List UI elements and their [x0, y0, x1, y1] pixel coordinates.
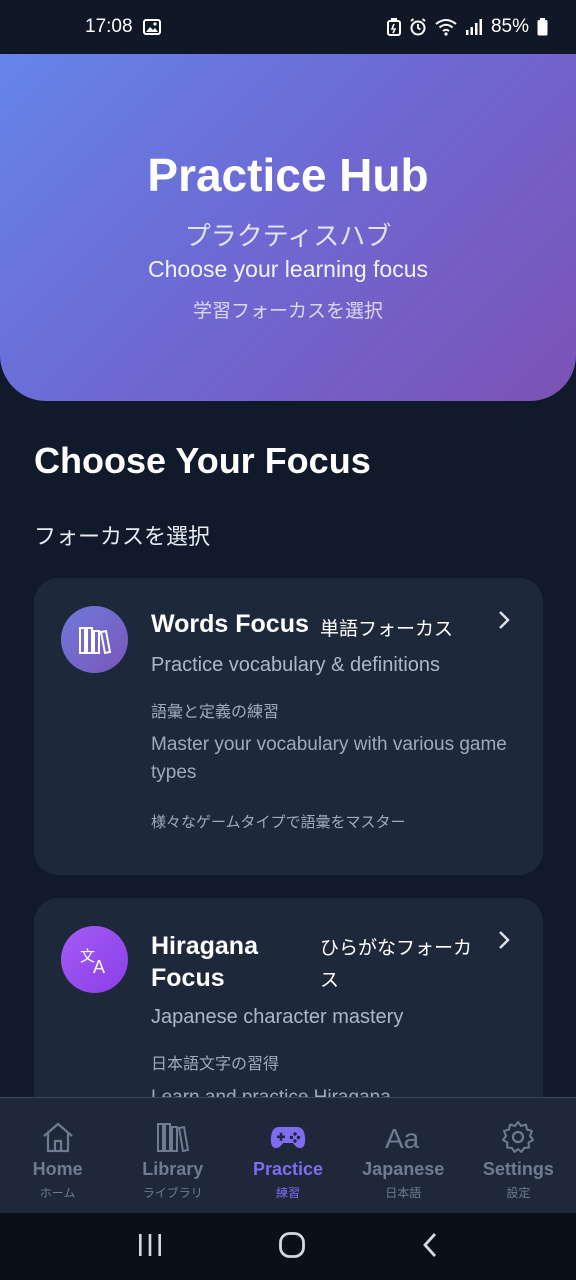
section-title: Choose Your Focus	[34, 440, 371, 481]
nav-label: Settings	[482, 1159, 554, 1179]
chevron-right-icon	[497, 930, 511, 954]
nav-label-ja: 練習	[276, 1186, 301, 1200]
battery-saver-icon	[386, 18, 401, 36]
recents-icon[interactable]	[137, 1233, 163, 1261]
card-description-ja: 語彙と定義の練習	[151, 702, 280, 721]
gallery-icon	[142, 19, 161, 35]
svg-text:Aa: Aa	[385, 1123, 420, 1152]
card-title-ja: ひらがなフォーカス	[320, 937, 473, 991]
words-focus-card[interactable]: Words Focus 単語フォーカス Practice vocabulary …	[34, 578, 543, 875]
nav-item-practice[interactable]: Practice 練習	[230, 1098, 345, 1213]
page-title: Practice Hub	[147, 149, 429, 201]
bottom-nav: Home ホーム Library ライブラリ Practice 練習 Aa Ja…	[0, 1097, 576, 1213]
svg-text:A: A	[93, 957, 105, 975]
card-long-description: Master your vocabulary with various game…	[151, 734, 507, 783]
books-icon	[61, 606, 128, 673]
card-title-ja: 単語フォーカス	[320, 618, 454, 640]
card-title: Hiragana Focus	[151, 932, 258, 992]
gear-icon	[501, 1120, 535, 1154]
hero-banner: Practice Hub プラクティスハブ Choose your learni…	[0, 54, 576, 401]
status-bar: 17:08 85%	[0, 0, 576, 54]
nav-label: Home	[32, 1159, 83, 1179]
card-description: Practice vocabulary & definitions	[151, 654, 441, 676]
nav-item-home[interactable]: Home ホーム	[0, 1098, 115, 1213]
home-circle-icon[interactable]	[278, 1231, 306, 1263]
font-aa-icon: Aa	[384, 1120, 422, 1154]
card-long-description-ja: 様々なゲームタイプで語彙をマスター	[151, 813, 406, 831]
page-title-ja: プラクティスハブ	[184, 222, 392, 252]
nav-label-ja: ライブラリ	[142, 1186, 203, 1200]
nav-item-settings[interactable]: Settings 設定	[461, 1098, 576, 1213]
battery-icon	[537, 18, 548, 36]
alarm-icon	[409, 18, 427, 36]
nav-label-ja: ホーム	[39, 1186, 76, 1200]
nav-item-japanese[interactable]: Aa Japanese 日本語	[346, 1098, 461, 1213]
back-icon[interactable]	[421, 1232, 439, 1262]
wifi-icon	[435, 18, 457, 36]
nav-label: Library	[142, 1159, 204, 1179]
system-nav-bar	[0, 1213, 576, 1280]
chevron-right-icon	[497, 610, 511, 634]
card-description-ja: 日本語文字の習得	[151, 1054, 280, 1073]
library-icon	[156, 1120, 190, 1154]
nav-label-ja: 日本語	[385, 1186, 422, 1200]
battery-percent: 85%	[490, 16, 529, 37]
card-description: Japanese character mastery	[151, 1006, 404, 1028]
nav-label-ja: 設定	[506, 1186, 531, 1200]
translate-icon: 文 A	[61, 926, 128, 993]
section-subtitle: フォーカスを選択	[34, 525, 211, 550]
nav-label: Practice	[252, 1159, 324, 1179]
status-time: 17:08	[85, 16, 133, 37]
card-title: Words Focus	[151, 610, 309, 638]
page-subtitle: Choose your learning focus	[148, 256, 428, 282]
nav-label: Japanese	[362, 1159, 445, 1179]
signal-icon	[465, 18, 483, 36]
nav-item-library[interactable]: Library ライブラリ	[115, 1098, 230, 1213]
gamepad-icon	[270, 1120, 306, 1154]
page-subtitle-ja: 学習フォーカスを選択	[192, 300, 383, 322]
home-icon	[41, 1120, 75, 1154]
